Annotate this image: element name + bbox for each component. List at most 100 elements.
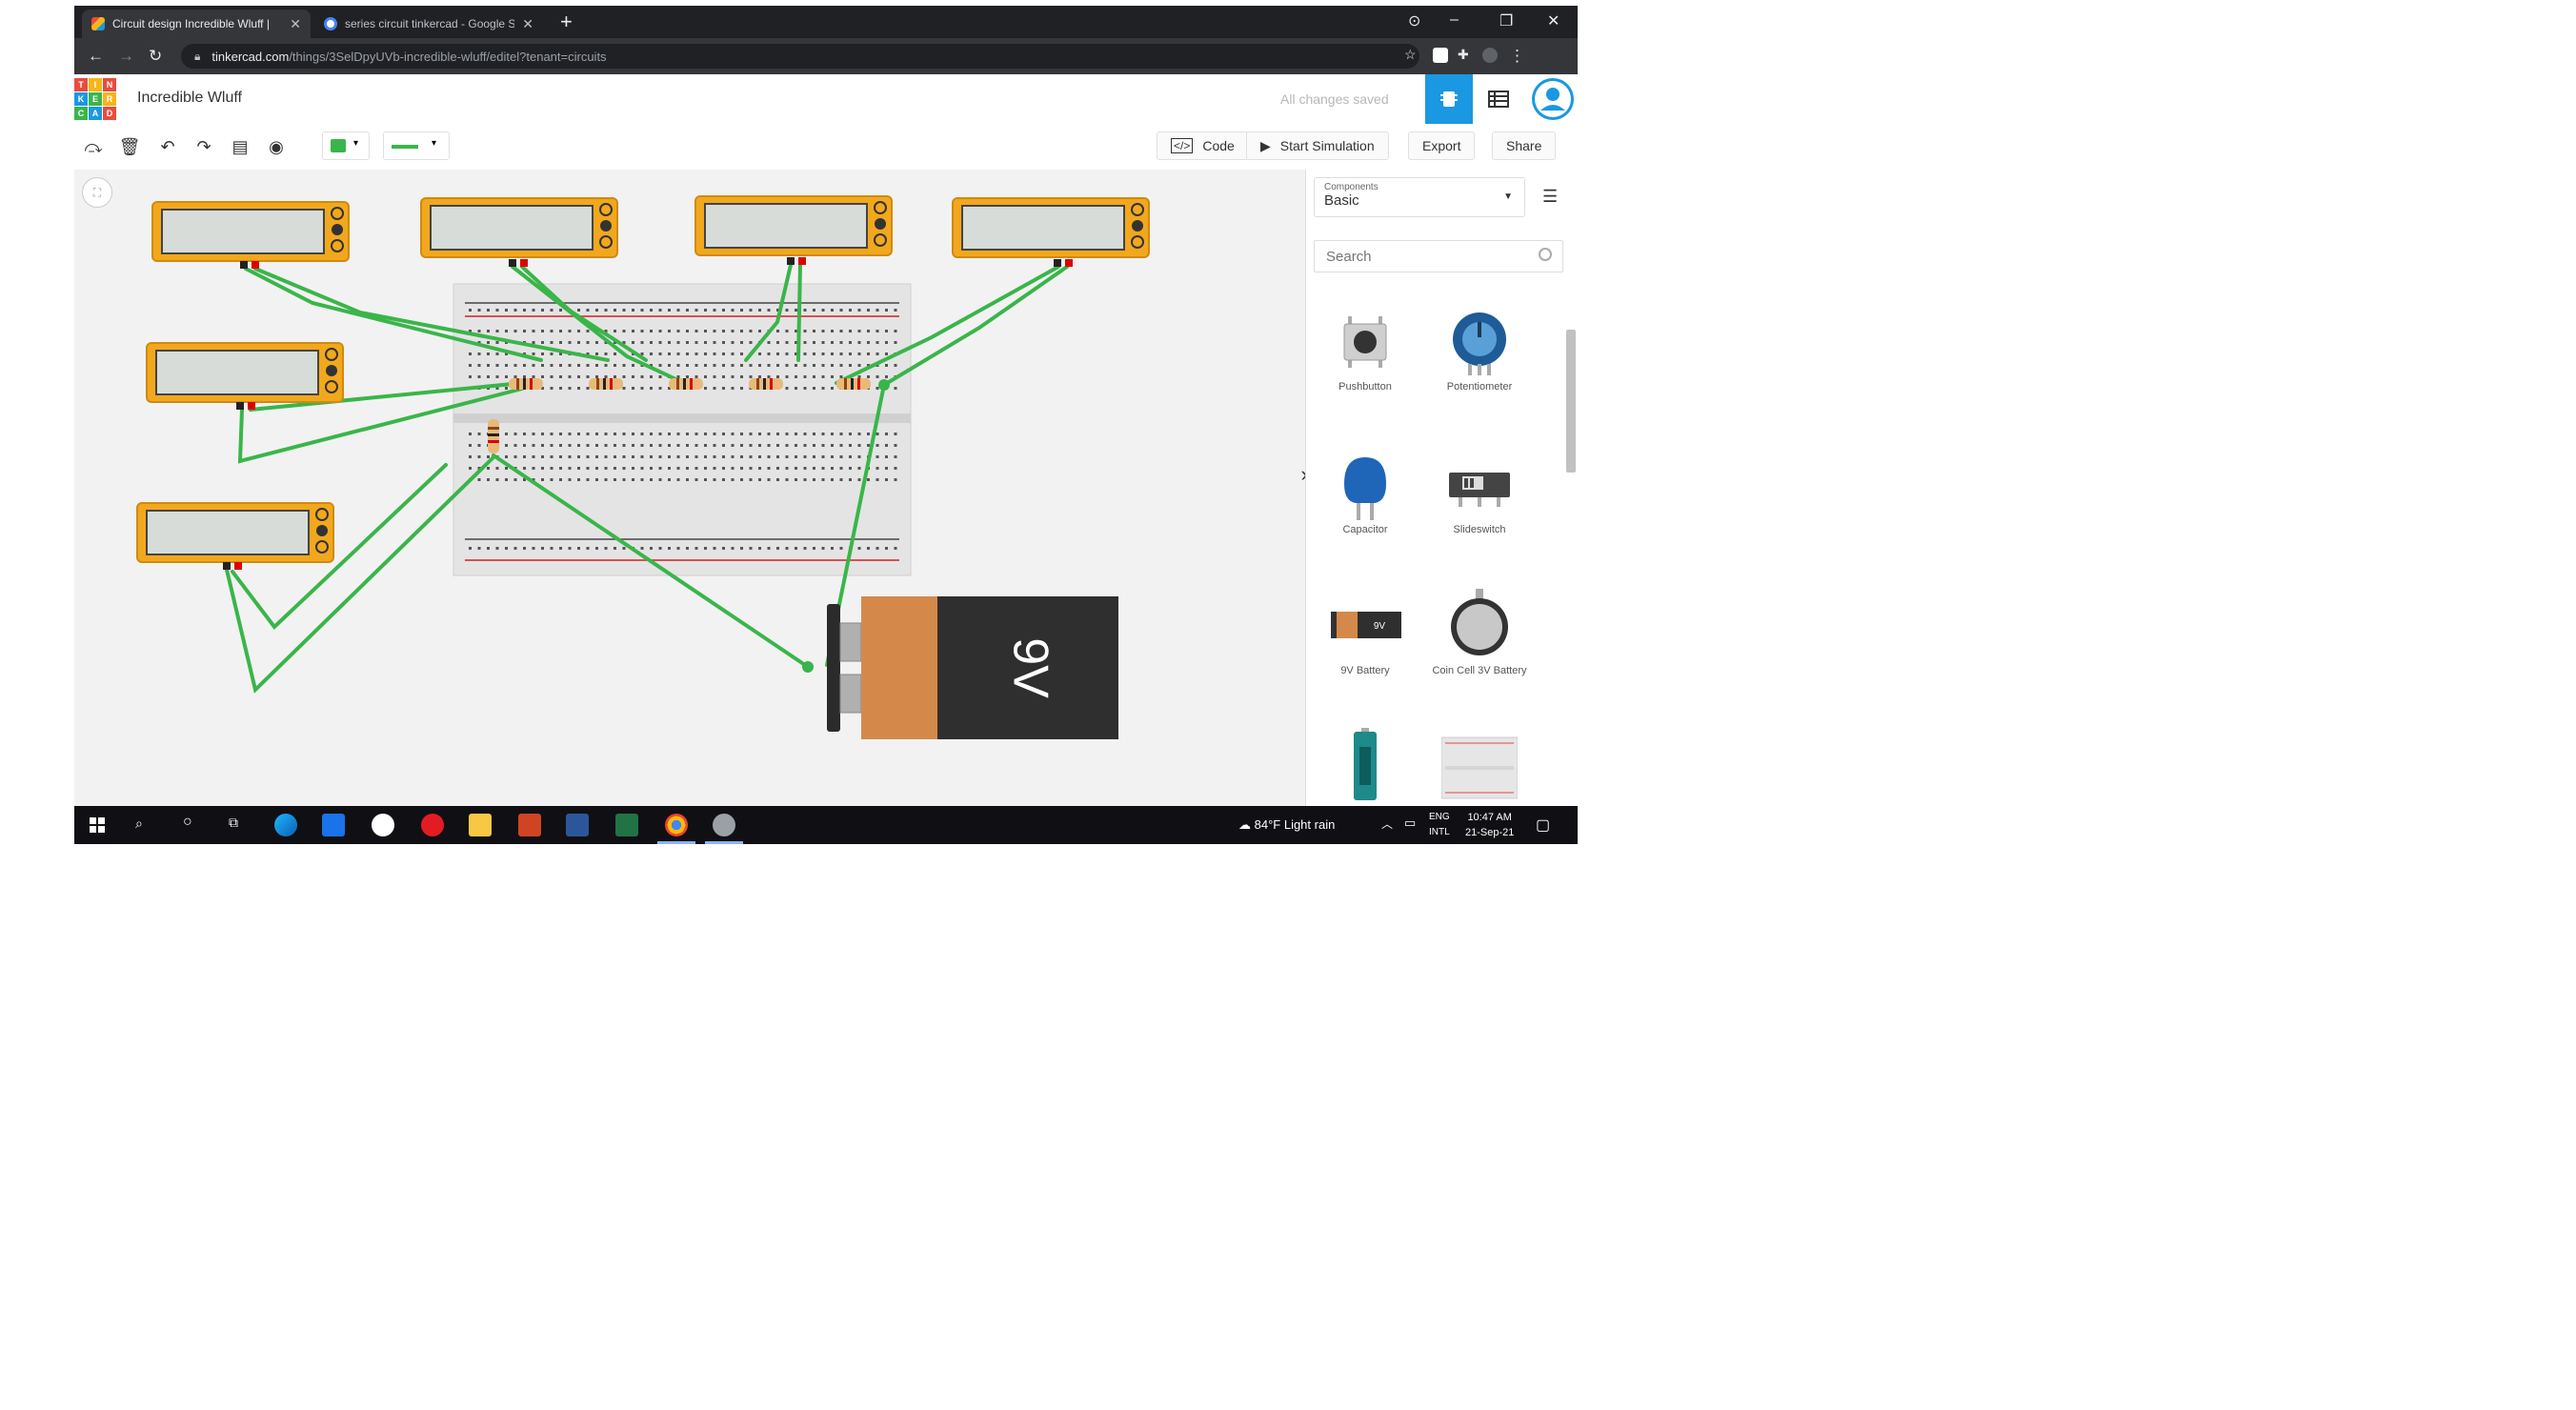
menu-kebab-icon[interactable]: ⋮ [1509,47,1525,66]
tray-chevron-up-icon[interactable]: ︿ [1381,816,1393,832]
new-tab-icon[interactable]: + [560,11,573,32]
chrome-app-icon[interactable] [665,814,688,836]
url-path: /things/3SelDpyUVb-incredible-wluff/edit… [289,49,607,64]
panel-collapse-chevron-icon[interactable]: › [1296,455,1305,494]
tab-google-search[interactable]: series circuit tinkercad - Google S ✕ [314,10,543,38]
component-label: Pushbutton [1338,381,1392,393]
bookmark-star-icon[interactable]: ☆ [1404,47,1417,63]
circuit-canvas[interactable]: ⛶ 9V [74,170,1305,806]
component-potentiometer[interactable]: Potentiometer [1422,303,1537,393]
notification-icon[interactable]: ▢ [1536,816,1550,835]
windows-taskbar: ⌕ ○ ⧉ ☁ 84°F Light rain ︿ ▭ ENG INTL 10:… [74,806,1578,844]
profile-avatar-icon[interactable] [1482,48,1498,63]
component-breadboard[interactable] [1422,728,1537,804]
delete-icon[interactable]: 🗑︎ [118,135,141,158]
multimeter-1[interactable] [151,201,350,269]
component-slideswitch[interactable]: Slideswitch [1422,446,1537,536]
battery-tray-icon[interactable]: ▭ [1404,816,1416,831]
rotate-icon[interactable]: ⤼ [82,135,105,158]
component-capacitor[interactable]: Capacitor [1308,446,1422,536]
start-simulation-button[interactable]: ▶ Start Simulation [1246,131,1389,160]
start-simulation-label: Start Simulation [1279,138,1375,153]
component-label: Slideswitch [1453,524,1506,535]
battery-9v[interactable]: 9V [803,596,1118,739]
multimeter-4[interactable] [952,197,1150,267]
component-pushbutton[interactable]: Pushbutton [1308,303,1422,393]
breadboard[interactable] [453,283,912,576]
snipping-app-icon[interactable] [713,814,735,836]
component-9v-battery[interactable]: 9V 9V Battery [1308,587,1422,677]
restore-icon[interactable]: ❐ [1499,11,1513,30]
lang-code: ENG [1429,812,1450,822]
extension-icon[interactable] [1433,48,1448,63]
url-field[interactable]: 🔒︎ tinkercad.com/things/3SelDpyUVb-incre… [181,44,1419,69]
user-icon [1535,81,1571,117]
powerpoint-app-icon[interactable] [518,814,541,836]
components-value: Basic [1324,192,1359,209]
component-list-view-button[interactable] [1475,74,1522,124]
back-icon[interactable]: ← [88,47,104,66]
panel-scrollbar-thumb[interactable] [1566,330,1576,473]
circuit-view-button[interactable] [1425,74,1473,124]
undo-icon[interactable]: ↶ [156,135,179,158]
mail-app-icon[interactable] [322,814,345,836]
component-aa-battery[interactable] [1308,728,1422,804]
profile-icon[interactable]: ⊙ [1408,11,1420,30]
code-button[interactable]: </> Code [1157,131,1249,160]
forward-icon[interactable]: → [118,47,134,66]
multimeter-6[interactable] [136,502,334,570]
visibility-eye-icon[interactable]: ◉ [265,135,288,158]
file-explorer-icon[interactable] [469,814,492,836]
component-label: Capacitor [1342,524,1388,535]
multimeter-5[interactable] [146,342,344,410]
redo-icon[interactable]: ↷ [192,135,215,158]
aa-battery-icon [1327,728,1403,804]
minimize-icon[interactable]: – [1450,11,1459,29]
puzzle-extensions-icon[interactable]: ✚ [1458,47,1469,63]
edge-app-icon[interactable] [274,814,297,836]
project-name[interactable]: Incredible Wluff [137,90,242,107]
cortana-icon[interactable]: ○ [183,814,192,831]
close-window-icon[interactable]: ✕ [1547,11,1560,30]
opera-app-icon[interactable] [421,814,444,836]
tinkercad-logo[interactable]: T I N K E R C A D [74,78,116,120]
search-input[interactable] [1314,240,1563,272]
multimeter-3[interactable] [694,195,893,265]
system-clock[interactable]: 10:47 AM 21-Sep-21 [1465,810,1514,840]
tab-tinkercad[interactable]: Circuit design Incredible Wluff | ✕ [82,10,311,38]
wire-line-icon [392,145,418,149]
notes-icon[interactable]: ▤ [229,135,252,158]
export-button[interactable]: Export [1408,131,1476,160]
share-button[interactable]: Share [1492,131,1557,160]
cloud-rain-icon: ☁ [1238,817,1251,832]
editor-toolbar: ⤼ 🗑︎ ↶ ↷ ▤ ◉ ▾ ▾ </> Code ▶ Start Simula… [74,124,1578,171]
close-tab-icon[interactable]: ✕ [290,16,301,32]
panel-scrollbar[interactable] [1564,183,1576,793]
word-app-icon[interactable] [566,814,589,836]
wire-endpoint[interactable] [878,379,890,391]
task-view-icon[interactable]: ⧉ [229,815,238,831]
component-coin-cell-3v-battery[interactable]: Coin Cell 3V Battery [1422,587,1537,677]
windows-start-icon[interactable] [90,817,105,833]
excel-app-icon[interactable] [615,814,638,836]
circuit-board-icon [1440,91,1458,107]
weather-widget[interactable]: ☁ 84°F Light rain [1238,817,1335,833]
reload-icon[interactable]: ↻ [149,47,162,66]
battery-small-label: 9V [1374,621,1386,632]
9v-battery-icon: 9V [1327,587,1403,663]
wire-type-picker[interactable]: ▾ [383,131,450,160]
vpn-app-icon[interactable] [372,814,394,836]
logo-letter: I [89,78,102,91]
code-label: Code [1202,138,1235,153]
close-tab-icon[interactable]: ✕ [522,16,533,32]
list-view-icon[interactable]: ☰ [1542,187,1558,207]
table-icon [1488,91,1509,108]
language-indicator[interactable]: ENG INTL [1429,810,1450,840]
components-dropdown[interactable]: Components Basic ▼ [1314,177,1525,217]
search-taskbar-icon[interactable]: ⌕ [135,816,143,832]
battery-label: 9V [1002,637,1057,698]
user-avatar[interactable] [1532,78,1574,120]
component-label: 9V Battery [1340,665,1390,676]
multimeter-2[interactable] [420,197,618,267]
wire-color-picker[interactable]: ▾ [322,131,370,160]
